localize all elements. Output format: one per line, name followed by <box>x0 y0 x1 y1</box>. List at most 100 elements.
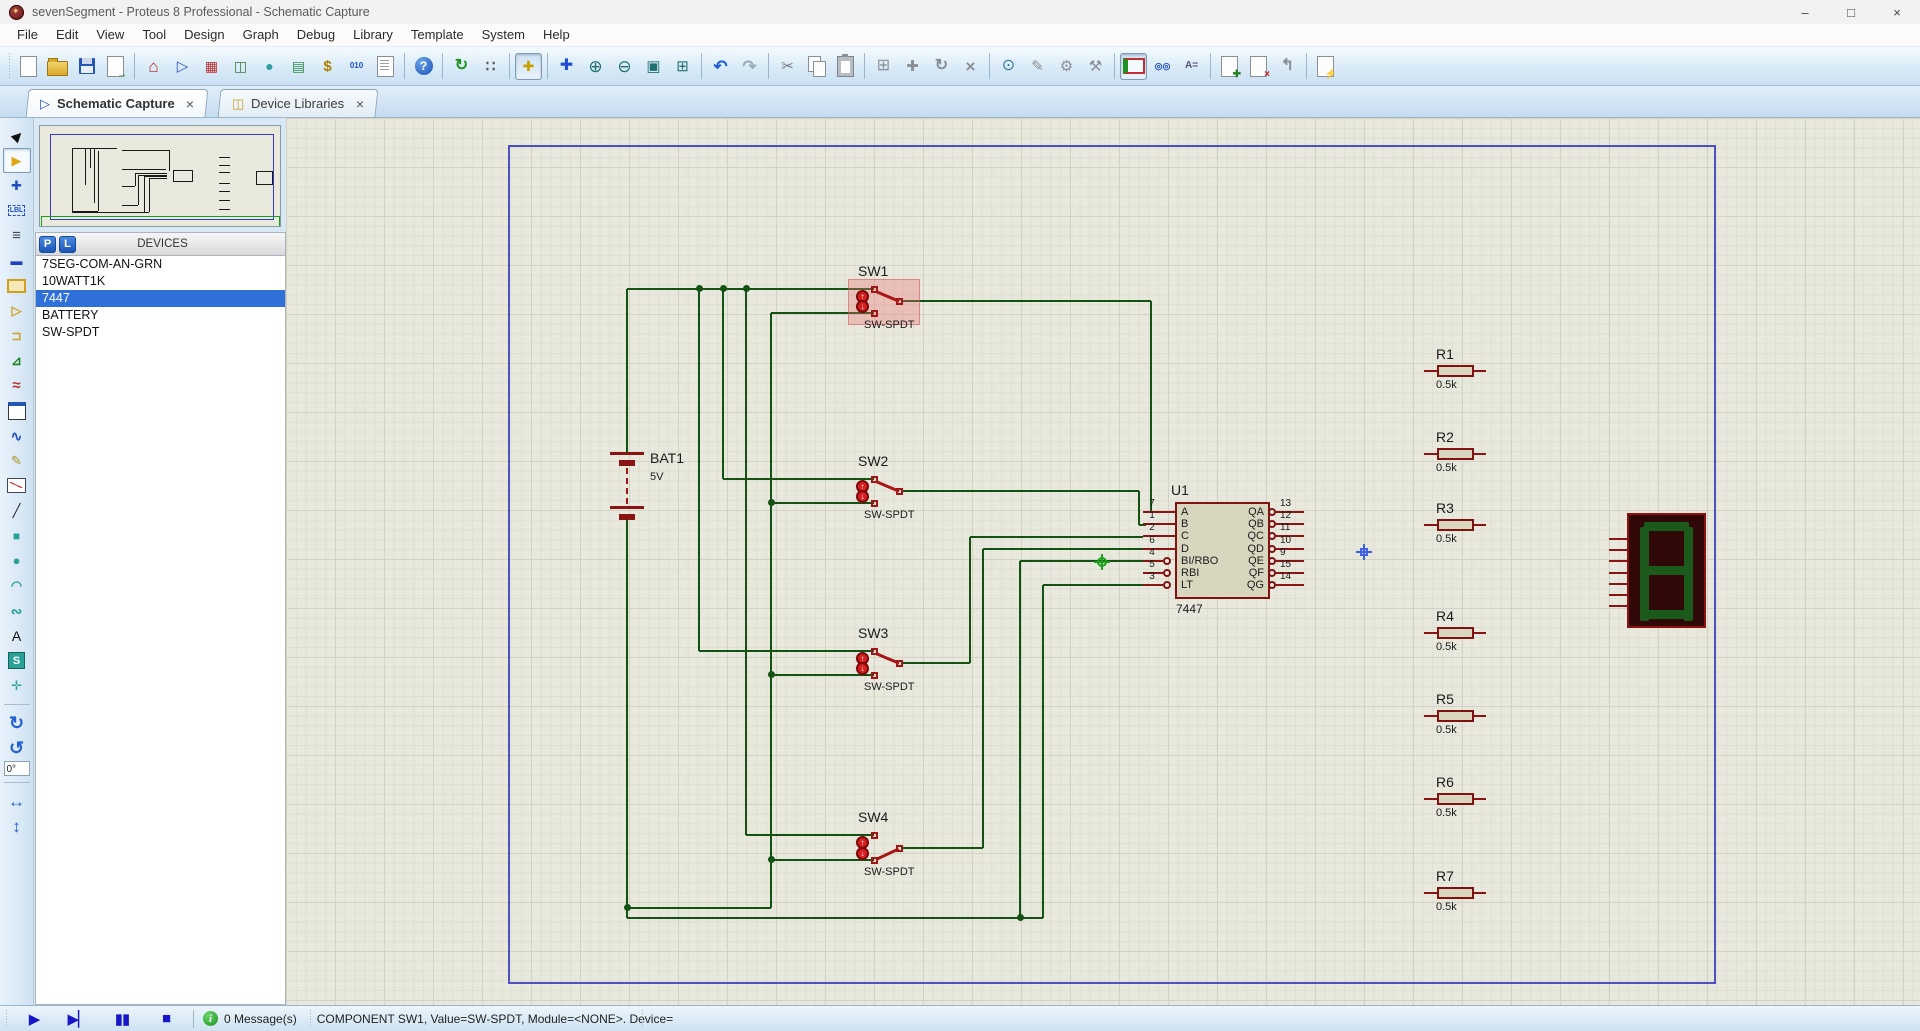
battery-plate[interactable] <box>610 506 644 509</box>
wire[interactable] <box>627 907 771 909</box>
zoom-in-icon[interactable]: ⊕ <box>582 53 609 80</box>
tab-close-icon[interactable]: × <box>186 96 194 112</box>
buses-mode-icon[interactable]: ▬ <box>3 248 31 273</box>
subcircuit-mode-icon[interactable] <box>3 273 31 298</box>
minimize-button[interactable]: – <box>1782 0 1828 24</box>
tab-close-icon[interactable]: × <box>355 96 363 112</box>
pick-devices-button[interactable]: P <box>39 236 56 253</box>
gerber-viewer-icon[interactable]: ◫ <box>227 53 254 80</box>
menu-design[interactable]: Design <box>175 24 233 46</box>
undo-icon[interactable]: ↶ <box>707 53 734 80</box>
wire[interactable] <box>746 834 874 836</box>
resistor-body[interactable] <box>1437 519 1474 531</box>
home-page-icon[interactable]: ⌂ <box>140 53 167 80</box>
battery-plate[interactable] <box>619 460 635 466</box>
wire[interactable] <box>1042 585 1044 918</box>
menu-library[interactable]: Library <box>344 24 402 46</box>
device-item-sw-spdt[interactable]: SW-SPDT <box>36 324 285 341</box>
resistor-body[interactable] <box>1437 448 1474 460</box>
wire[interactable] <box>745 289 747 835</box>
wire[interactable] <box>970 536 1143 538</box>
menu-graph[interactable]: Graph <box>234 24 288 46</box>
wire[interactable] <box>902 662 970 664</box>
wire[interactable] <box>1138 491 1140 525</box>
wire[interactable] <box>627 917 1043 919</box>
pause-button[interactable]: ▮▮ <box>100 1008 144 1030</box>
wire[interactable] <box>771 859 874 861</box>
wire[interactable] <box>771 674 874 676</box>
active-popup-mode-icon[interactable] <box>3 398 31 423</box>
2d-symbol-mode-icon[interactable]: S <box>3 648 31 673</box>
angle-input[interactable]: 0° <box>4 761 30 776</box>
2d-text-mode-icon[interactable]: A <box>3 623 31 648</box>
wire[interactable] <box>902 300 1151 302</box>
resistor-body[interactable] <box>1437 627 1474 639</box>
wire[interactable] <box>902 490 1139 492</box>
zoom-all-icon[interactable]: ▣ <box>640 53 667 80</box>
2d-circle-mode-icon[interactable]: ● <box>3 548 31 573</box>
device-item-10watt1k[interactable]: 10WATT1K <box>36 273 285 290</box>
menu-tool[interactable]: Tool <box>133 24 175 46</box>
maximize-button[interactable]: □ <box>1828 0 1874 24</box>
rotate-ccw-button[interactable]: ↺ <box>3 736 31 761</box>
pick-parts-icon[interactable]: ⊙ <box>995 53 1022 80</box>
switch-toggle-down[interactable]: ↓ <box>856 300 869 313</box>
wire[interactable] <box>698 289 700 651</box>
pin-stub[interactable] <box>1276 584 1304 586</box>
paste-icon[interactable] <box>832 53 859 80</box>
play-button[interactable]: ▶ <box>12 1008 56 1030</box>
wire[interactable] <box>902 847 983 849</box>
exit-to-parent-icon[interactable]: ↰ <box>1274 53 1301 80</box>
terminals-mode-icon[interactable]: ▷ <box>3 298 31 323</box>
schematic-canvas[interactable]: ↑↓SW1SW-SPDT↑↓SW2SW-SPDT↑↓SW3SW-SPDT↑↓SW… <box>286 118 1920 1005</box>
zoom-out-icon[interactable]: ⊖ <box>611 53 638 80</box>
resistor-body[interactable] <box>1437 887 1474 899</box>
pan-icon[interactable]: ✚ <box>553 53 580 80</box>
info-icon[interactable]: i <box>203 1011 218 1026</box>
import-project-icon[interactable]: → <box>102 53 129 80</box>
wire[interactable] <box>722 289 724 479</box>
wire[interactable] <box>969 537 971 663</box>
device-item-battery[interactable]: BATTERY <box>36 307 285 324</box>
grid-toggle-icon[interactable]: ∷ <box>477 53 504 80</box>
menu-help[interactable]: Help <box>534 24 579 46</box>
block-rotate-icon[interactable]: ↻ <box>928 53 955 80</box>
text-script-mode-icon[interactable]: ≡ <box>3 223 31 248</box>
wire[interactable] <box>699 650 874 652</box>
tab-device-libraries[interactable]: ◫ Device Libraries × <box>217 89 378 117</box>
generator-mode-icon[interactable]: ∿ <box>3 423 31 448</box>
design-explorer-icon[interactable]: ▤ <box>285 53 312 80</box>
help-icon[interactable]: ? <box>410 53 437 80</box>
redo-icon[interactable]: ↷ <box>736 53 763 80</box>
2d-arc-mode-icon[interactable]: ◠ <box>3 573 31 598</box>
block-move-icon[interactable]: ✚ <box>899 53 926 80</box>
new-sheet-icon[interactable]: ✚ <box>1216 53 1243 80</box>
3d-viewer-icon[interactable]: ● <box>256 53 283 80</box>
packaging-tool-icon[interactable]: ⚙ <box>1053 53 1080 80</box>
library-manager-button[interactable]: L <box>59 236 76 253</box>
virtual-instruments-mode-icon[interactable] <box>3 473 31 498</box>
switch-toggle-down[interactable]: ↓ <box>856 662 869 675</box>
copy-icon[interactable] <box>803 53 830 80</box>
flip-horizontal-button[interactable]: ↔ <box>3 789 31 814</box>
menu-edit[interactable]: Edit <box>47 24 87 46</box>
2d-marker-mode-icon[interactable]: ✛ <box>3 673 31 698</box>
flip-vertical-button[interactable]: ↕ <box>3 814 31 839</box>
wire-autorouter-icon[interactable] <box>1120 53 1147 80</box>
wire[interactable] <box>626 516 628 918</box>
rotate-cw-button[interactable]: ↻ <box>3 711 31 736</box>
component-mode-icon[interactable]: ▶ <box>3 148 31 173</box>
2d-box-mode-icon[interactable]: ■ <box>3 523 31 548</box>
wire[interactable] <box>1043 584 1143 586</box>
battery-plate[interactable] <box>619 514 635 520</box>
cut-icon[interactable]: ✂ <box>774 53 801 80</box>
new-project-icon[interactable] <box>15 53 42 80</box>
menu-debug[interactable]: Debug <box>288 24 344 46</box>
wire[interactable] <box>1150 301 1152 512</box>
wire-label-mode-icon[interactable]: LBL <box>3 198 31 223</box>
selection-tool-icon[interactable]: ▶ <box>3 123 31 148</box>
stop-button[interactable]: ■ <box>144 1008 188 1030</box>
battery-plate[interactable] <box>610 452 644 455</box>
2d-path-mode-icon[interactable]: ∾ <box>3 598 31 623</box>
switch-toggle-down[interactable]: ↓ <box>856 847 869 860</box>
